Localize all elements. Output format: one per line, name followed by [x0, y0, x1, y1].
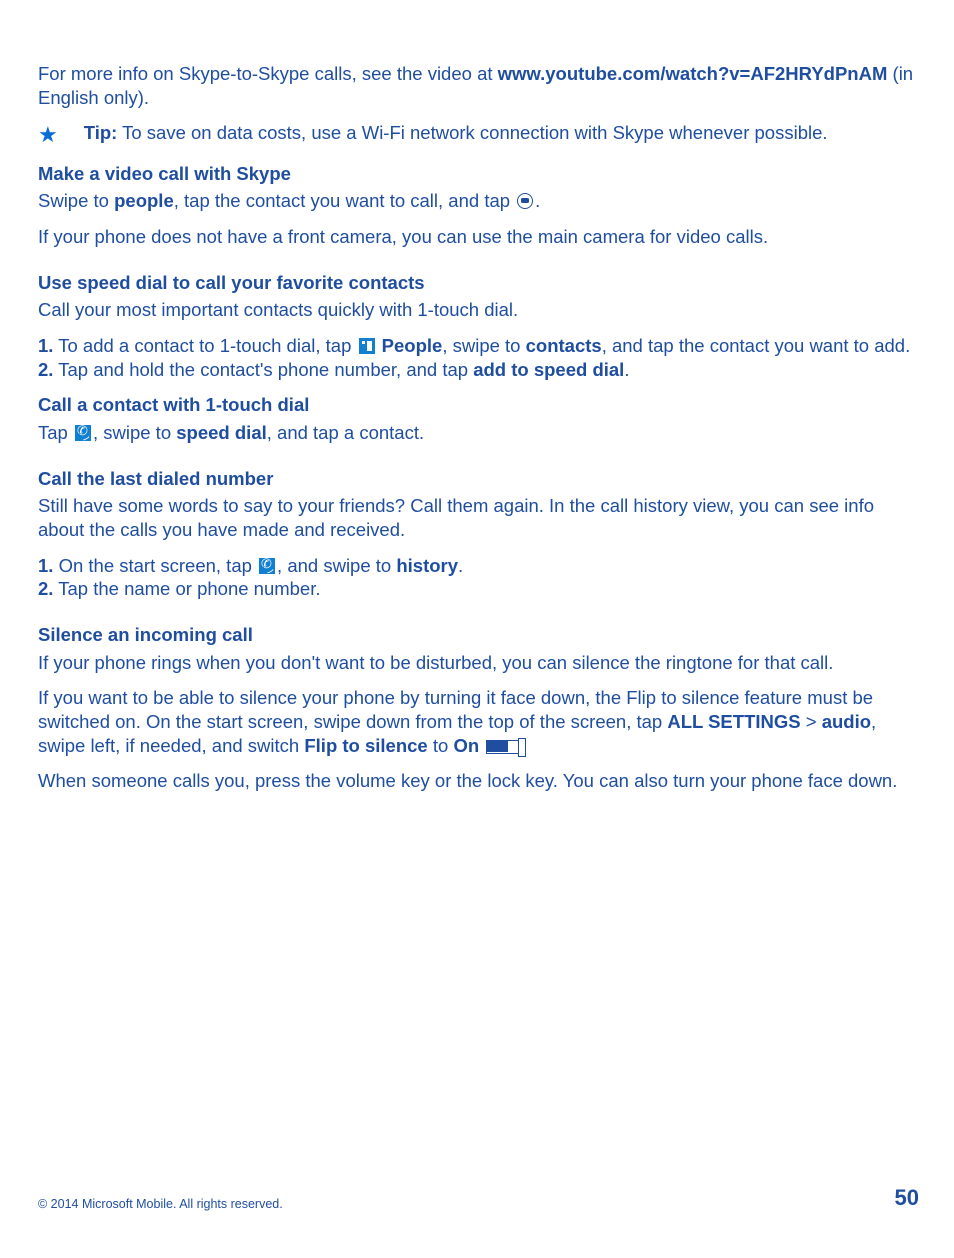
sec1-people: people: [114, 190, 174, 211]
sec1-p1: Swipe to people, tap the contact you wan…: [38, 189, 919, 213]
sec3-s1c: .: [458, 555, 463, 576]
phone-tile-icon-2: [259, 558, 275, 574]
sec3-step2: 2. Tap the name or phone number.: [38, 577, 919, 601]
sec2-people-label: People: [377, 335, 443, 356]
intro-link: www.youtube.com/watch?v=AF2HRYdPnAM: [498, 63, 888, 84]
sec1-p2: If your phone does not have a front came…: [38, 225, 919, 249]
sec2-sub-b: , swipe to: [93, 422, 176, 443]
video-call-icon: [517, 193, 533, 209]
footer: © 2014 Microsoft Mobile. All rights rese…: [38, 1184, 919, 1212]
sec2-sub-a: Tap: [38, 422, 73, 443]
tip-text: Tip: To save on data costs, use a Wi-Fi …: [84, 121, 919, 145]
sec1-heading: Make a video call with Skype: [38, 162, 919, 186]
sec3-n2: 2.: [38, 578, 53, 599]
sec4-gt: >: [801, 711, 822, 732]
tip-row: ★ Tip: To save on data costs, use a Wi-F…: [38, 121, 919, 149]
sec2-step1: 1. To add a contact to 1-touch dial, tap…: [38, 334, 919, 358]
people-tile-icon: [359, 338, 375, 354]
sec4-p3: When someone calls you, press the volume…: [38, 769, 919, 793]
sec2-n2: 2.: [38, 359, 53, 380]
sec2-step2: 2. Tap and hold the contact's phone numb…: [38, 358, 919, 382]
sec3-history: history: [396, 555, 458, 576]
sec2-s1a: To add a contact to 1-touch dial, tap: [53, 335, 356, 356]
page-number: 50: [895, 1184, 919, 1212]
sec2-s1c: , and tap the contact you want to add.: [602, 335, 911, 356]
tip-body: To save on data costs, use a Wi-Fi netwo…: [117, 122, 827, 143]
sec2-intro: Call your most important contacts quickl…: [38, 298, 919, 322]
sec3-s2: Tap the name or phone number.: [53, 578, 320, 599]
sec2-n1: 1.: [38, 335, 53, 356]
sec4-on: On: [453, 735, 479, 756]
intro-paragraph: For more info on Skype-to-Skype calls, s…: [38, 62, 919, 109]
sec4-p1: If your phone rings when you don't want …: [38, 651, 919, 675]
sec1-p1a: Swipe to: [38, 190, 114, 211]
sec2-s2a: Tap and hold the contact's phone number,…: [53, 359, 473, 380]
intro-pre: For more info on Skype-to-Skype calls, s…: [38, 63, 498, 84]
sec2-s1b: , swipe to: [442, 335, 525, 356]
sec2-speeddial: speed dial: [176, 422, 266, 443]
sec4-audio: audio: [822, 711, 871, 732]
sec4-allsettings: ALL SETTINGS: [667, 711, 800, 732]
toggle-on-icon: [486, 740, 520, 754]
sec2-s2b: .: [624, 359, 629, 380]
sec4-p2: If you want to be able to silence your p…: [38, 686, 919, 757]
sec1-p1c: .: [535, 190, 540, 211]
tip-label: Tip:: [84, 122, 118, 143]
sec3-heading: Call the last dialed number: [38, 467, 919, 491]
sec4-heading: Silence an incoming call: [38, 623, 919, 647]
sec1-p1b: , tap the contact you want to call, and …: [174, 190, 515, 211]
sec2-sub-p: Tap , swipe to speed dial, and tap a con…: [38, 421, 919, 445]
sec3-step1: 1. On the start screen, tap , and swipe …: [38, 554, 919, 578]
sec3-s1b: , and swipe to: [277, 555, 396, 576]
sec3-intro: Still have some words to say to your fri…: [38, 494, 919, 541]
copyright: © 2014 Microsoft Mobile. All rights rese…: [38, 1196, 283, 1212]
sec4-flip: Flip to silence: [304, 735, 427, 756]
sec3-n1: 1.: [38, 555, 53, 576]
sec2-sub-c: , and tap a contact.: [267, 422, 424, 443]
phone-tile-icon: [75, 425, 91, 441]
sec2-sub-heading: Call a contact with 1-touch dial: [38, 393, 919, 417]
sec4-to: to: [428, 735, 454, 756]
sec2-addspeed: add to speed dial: [473, 359, 624, 380]
sec2-heading: Use speed dial to call your favorite con…: [38, 271, 919, 295]
star-icon: ★: [38, 121, 58, 149]
sec3-s1a: On the start screen, tap: [53, 555, 257, 576]
sec2-contacts: contacts: [526, 335, 602, 356]
